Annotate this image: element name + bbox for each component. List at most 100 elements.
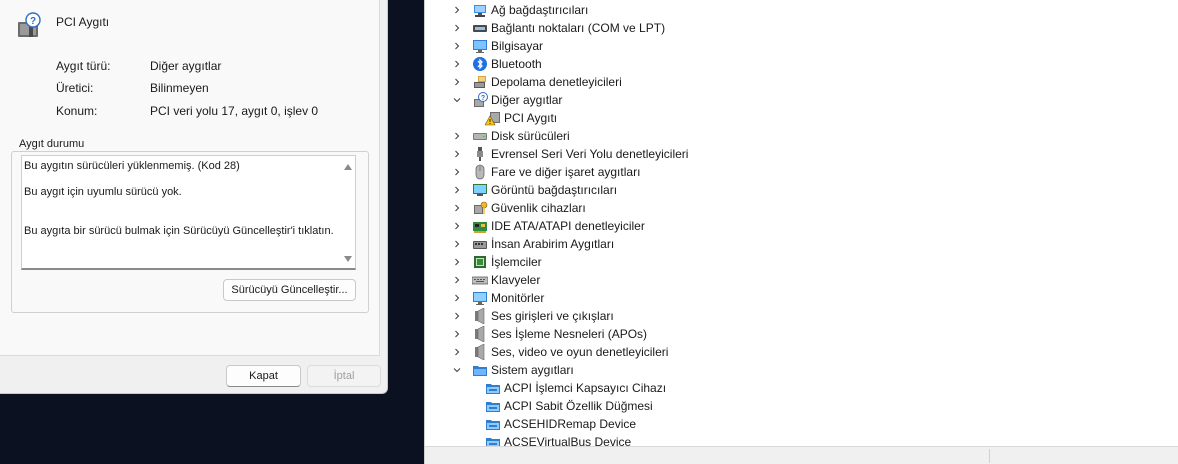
system-device-icon bbox=[485, 380, 501, 396]
scroll-up-arrow-icon[interactable] bbox=[344, 164, 352, 170]
monitor-icon bbox=[472, 290, 488, 306]
chevron-right-icon[interactable] bbox=[452, 41, 462, 51]
chevron-right-icon[interactable] bbox=[452, 77, 462, 87]
chevron-right-icon[interactable] bbox=[452, 221, 462, 231]
chevron-down-icon[interactable] bbox=[452, 95, 462, 105]
tree-device[interactable]: ACPI İşlemci Kapsayıcı Cihazı bbox=[485, 379, 666, 397]
svg-text:?: ? bbox=[30, 16, 36, 27]
tree-category[interactable]: Fare ve diğer işaret aygıtları bbox=[452, 163, 640, 181]
device-status-textbox[interactable]: Bu aygıtın sürücüleri yüklenmemiş. (Kod … bbox=[21, 155, 356, 270]
tree-item-label: Ses girişleri ve çıkışları bbox=[491, 309, 614, 323]
tree-category[interactable]: ? Diğer aygıtlar bbox=[452, 91, 562, 109]
device-tree[interactable]: Ağ bağdaştırıcıları Bağlantı noktaları (C… bbox=[425, 0, 1178, 446]
tree-item-label: Fare ve diğer işaret aygıtları bbox=[491, 165, 641, 179]
chevron-right-icon[interactable] bbox=[452, 5, 462, 15]
tree-item-label: Ses, video ve oyun denetleyicileri bbox=[491, 345, 669, 359]
system-device-icon bbox=[485, 416, 501, 432]
chevron-right-icon[interactable] bbox=[452, 131, 462, 141]
chevron-right-icon[interactable] bbox=[452, 347, 462, 357]
property-key: Üretici: bbox=[56, 81, 94, 95]
tree-device[interactable]: ACPI Sabit Özellik Düğmesi bbox=[485, 397, 653, 415]
tree-category[interactable]: Ses girişleri ve çıkışları bbox=[452, 307, 614, 325]
status-line: Bu aygıta bir sürücü bulmak için Sürücüy… bbox=[24, 225, 334, 237]
update-driver-button[interactable]: Sürücüyü Güncelleştir... bbox=[223, 279, 356, 301]
chevron-right-icon[interactable] bbox=[452, 167, 462, 177]
tree-item-label: Bluetooth bbox=[491, 57, 542, 71]
tree-category[interactable]: İnsan Arabirim Aygıtları bbox=[452, 235, 614, 253]
device-name: PCI Aygıtı bbox=[56, 15, 110, 29]
security-device-icon bbox=[472, 200, 488, 216]
system-device-icon bbox=[485, 434, 501, 446]
property-value: Bilinmeyen bbox=[150, 81, 209, 95]
tree-category[interactable]: Ses, video ve oyun denetleyicileri bbox=[452, 343, 668, 361]
bluetooth-icon bbox=[472, 56, 488, 72]
tree-device[interactable]: ACSEHIDRemap Device bbox=[485, 415, 636, 433]
tree-category[interactable]: Güvenlik cihazları bbox=[452, 199, 586, 217]
tree-category[interactable]: IDE ATA/ATAPI denetleyiciler bbox=[452, 217, 645, 235]
system-folder-icon bbox=[472, 362, 488, 378]
chevron-right-icon[interactable] bbox=[452, 149, 462, 159]
mouse-icon bbox=[472, 164, 488, 180]
processor-icon bbox=[472, 254, 488, 270]
tree-category[interactable]: Ağ bağdaştırıcıları bbox=[452, 1, 588, 19]
chevron-right-icon[interactable] bbox=[452, 275, 462, 285]
tree-item-label: IDE ATA/ATAPI denetleyiciler bbox=[491, 219, 645, 233]
tree-category[interactable]: Depolama denetleyicileri bbox=[452, 73, 622, 91]
port-icon bbox=[472, 20, 488, 36]
tree-item-label: İnsan Arabirim Aygıtları bbox=[491, 237, 615, 251]
tree-category[interactable]: Sistem aygıtları bbox=[452, 361, 574, 379]
tree-item-label: Depolama denetleyicileri bbox=[491, 75, 622, 89]
computer-icon bbox=[472, 38, 488, 54]
chevron-right-icon[interactable] bbox=[452, 239, 462, 249]
tree-item-label: Diğer aygıtlar bbox=[491, 93, 563, 107]
unknown-device-icon: ? bbox=[472, 92, 488, 108]
status-line: Bu aygıtın sürücüleri yüklenmemiş. (Kod … bbox=[24, 160, 240, 172]
device-properties-dialog: ? PCI Aygıtı Aygıt türü: Diğer aygıtlar … bbox=[0, 0, 388, 394]
chevron-down-icon[interactable] bbox=[452, 365, 462, 375]
speaker-icon bbox=[472, 308, 488, 324]
tree-category[interactable]: Monitörler bbox=[452, 289, 544, 307]
chevron-right-icon[interactable] bbox=[452, 23, 462, 33]
status-bar bbox=[425, 446, 1178, 464]
tree-item-label: Disk sürücüleri bbox=[491, 129, 570, 143]
tree-device[interactable]: PCI Aygıtı bbox=[485, 109, 557, 127]
property-value: PCI veri yolu 17, aygıt 0, işlev 0 bbox=[150, 104, 319, 118]
chevron-right-icon[interactable] bbox=[452, 311, 462, 321]
tree-category[interactable]: Görüntü bağdaştırıcıları bbox=[452, 181, 617, 199]
usb-icon bbox=[472, 146, 488, 162]
chevron-right-icon[interactable] bbox=[452, 59, 462, 69]
chevron-right-icon[interactable] bbox=[452, 257, 462, 267]
close-button[interactable]: Kapat bbox=[226, 365, 301, 387]
device-manager-window: Ağ bağdaştırıcıları Bağlantı noktaları (C… bbox=[424, 0, 1178, 464]
status-bar-divider bbox=[989, 449, 990, 463]
tree-category[interactable]: Bilgisayar bbox=[452, 37, 543, 55]
tree-item-label: Ses İşleme Nesneleri (APOs) bbox=[491, 327, 648, 341]
property-key: Konum: bbox=[56, 104, 98, 118]
tree-category[interactable]: Bağlantı noktaları (COM ve LPT) bbox=[452, 19, 665, 37]
tree-category[interactable]: Disk sürücüleri bbox=[452, 127, 570, 145]
cancel-button[interactable]: İptal bbox=[307, 365, 381, 387]
tree-item-label: Klavyeler bbox=[491, 273, 541, 287]
ide-controller-icon bbox=[472, 218, 488, 234]
property-key: Aygıt türü: bbox=[56, 59, 111, 73]
chevron-right-icon[interactable] bbox=[452, 329, 462, 339]
network-adapter-icon bbox=[472, 2, 488, 18]
tree-category[interactable]: Ses İşleme Nesneleri (APOs) bbox=[452, 325, 647, 343]
chevron-right-icon[interactable] bbox=[452, 293, 462, 303]
chevron-right-icon[interactable] bbox=[452, 185, 462, 195]
tree-category[interactable]: İşlemciler bbox=[452, 253, 542, 271]
unknown-device-icon: ? bbox=[16, 12, 42, 40]
storage-controller-icon bbox=[472, 74, 488, 90]
tree-device[interactable]: ACSEVirtualBus Device bbox=[485, 433, 631, 446]
chevron-right-icon[interactable] bbox=[452, 203, 462, 213]
svg-text:?: ? bbox=[481, 95, 485, 102]
tree-item-label: Monitörler bbox=[491, 291, 545, 305]
hid-icon bbox=[472, 236, 488, 252]
tree-item-label: ACPI Sabit Özellik Düğmesi bbox=[504, 399, 653, 413]
tree-category[interactable]: Evrensel Seri Veri Yolu denetleyicileri bbox=[452, 145, 688, 163]
scroll-down-arrow-icon[interactable] bbox=[344, 256, 352, 262]
tree-category[interactable]: Klavyeler bbox=[452, 271, 540, 289]
status-scrollbar[interactable] bbox=[341, 156, 355, 268]
tree-category[interactable]: Bluetooth bbox=[452, 55, 542, 73]
tree-item-label: Bağlantı noktaları (COM ve LPT) bbox=[491, 21, 666, 35]
